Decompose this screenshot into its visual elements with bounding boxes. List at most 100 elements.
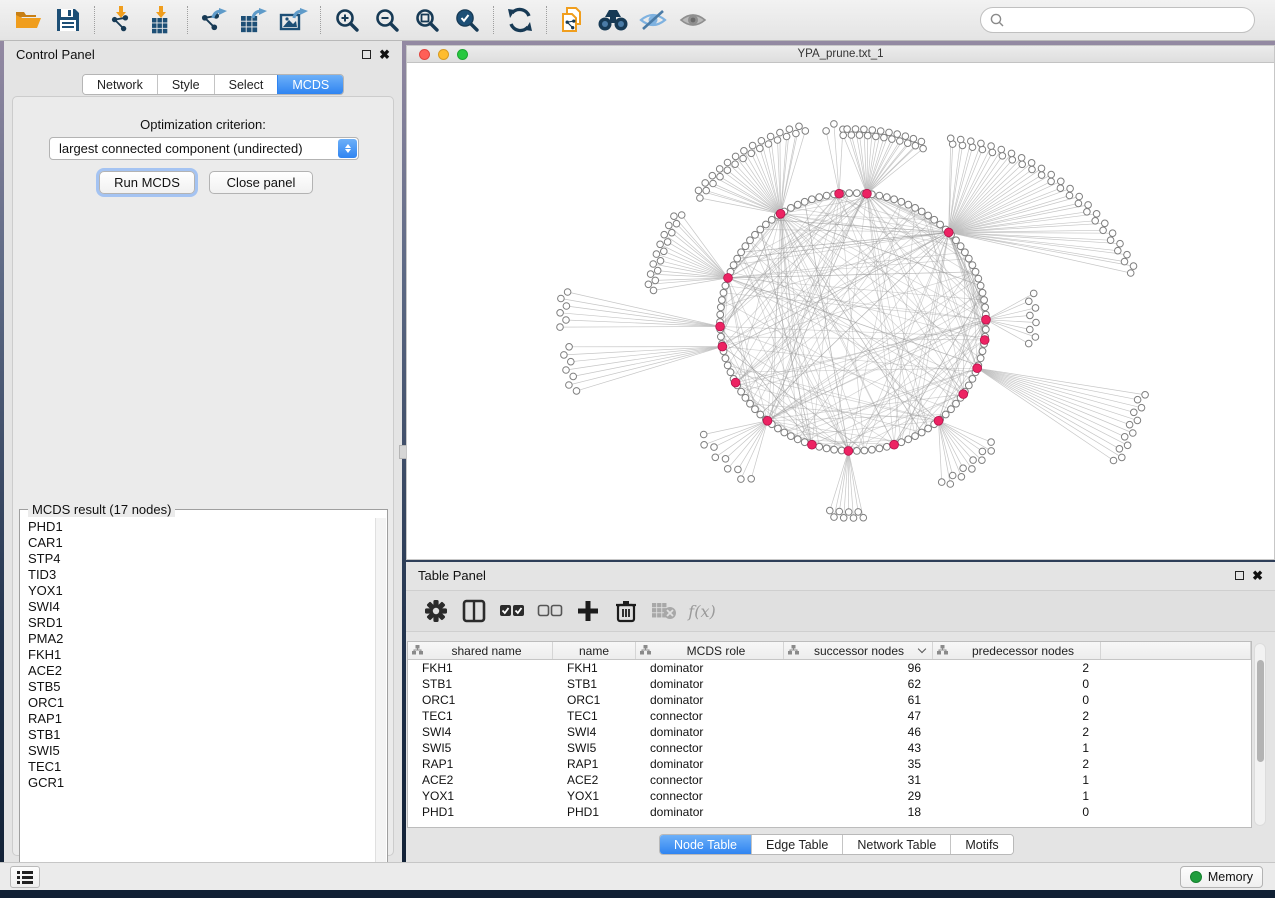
mcds-result-item[interactable]: PMA2 bbox=[21, 630, 376, 646]
export-network-icon[interactable] bbox=[194, 3, 234, 37]
table-row[interactable]: PHD1PHD1dominator180 bbox=[408, 804, 1251, 820]
mcds-result-item[interactable]: SRD1 bbox=[21, 614, 376, 630]
mcds-result-item[interactable]: ACE2 bbox=[21, 662, 376, 678]
mcds-result-item[interactable]: SWI4 bbox=[21, 598, 376, 614]
save-session-icon[interactable] bbox=[48, 3, 88, 37]
control-panel-close-icon[interactable]: ✖ bbox=[379, 50, 390, 59]
table-scrollbar[interactable] bbox=[1254, 643, 1266, 826]
hide-selected-icon[interactable] bbox=[633, 3, 673, 37]
zoom-out-icon[interactable] bbox=[367, 3, 407, 37]
mcds-result-item[interactable]: FKH1 bbox=[21, 646, 376, 662]
cell-mcds_role: connector bbox=[636, 772, 784, 788]
export-table-icon[interactable] bbox=[234, 3, 274, 37]
tab-select[interactable]: Select bbox=[214, 75, 278, 94]
run-mcds-button[interactable]: Run MCDS bbox=[99, 171, 195, 194]
tab-mcds[interactable]: MCDS bbox=[277, 75, 343, 94]
search-input[interactable] bbox=[980, 7, 1255, 33]
cell-name: YOX1 bbox=[553, 788, 636, 804]
close-panel-button[interactable]: Close panel bbox=[209, 171, 313, 194]
cell-name: RAP1 bbox=[553, 756, 636, 772]
table-row[interactable]: RAP1RAP1dominator352 bbox=[408, 756, 1251, 772]
mcds-result-list[interactable]: PHD1CAR1STP4TID3YOX1SWI4SRD1PMA2FKH1ACE2… bbox=[21, 518, 376, 878]
cell-predecessor_nodes: 0 bbox=[933, 692, 1101, 708]
tab-network-table[interactable]: Network Table bbox=[842, 835, 950, 854]
control-panel-float-icon[interactable] bbox=[362, 50, 371, 59]
column-header-predecessor-nodes[interactable]: predecessor nodes bbox=[933, 642, 1101, 659]
mcds-result-item[interactable]: STB5 bbox=[21, 678, 376, 694]
network-graph bbox=[407, 63, 1274, 559]
show-all-icon[interactable] bbox=[673, 3, 713, 37]
columns-icon[interactable] bbox=[460, 597, 488, 625]
table-row[interactable]: SWI4SWI4dominator462 bbox=[408, 724, 1251, 740]
table-row[interactable]: ORC1ORC1dominator610 bbox=[408, 692, 1251, 708]
column-header-MCDS-role[interactable]: MCDS role bbox=[636, 642, 784, 659]
zoom-in-icon[interactable] bbox=[327, 3, 367, 37]
memory-button[interactable]: Memory bbox=[1180, 866, 1263, 888]
cell-mcds_role: dominator bbox=[636, 660, 784, 676]
mcds-result-item[interactable]: PHD1 bbox=[21, 518, 376, 534]
cell-predecessor_nodes: 2 bbox=[933, 708, 1101, 724]
tab-edge-table[interactable]: Edge Table bbox=[751, 835, 842, 854]
tab-style[interactable]: Style bbox=[157, 75, 214, 94]
refresh-layout-icon[interactable] bbox=[500, 3, 540, 37]
tab-node-table[interactable]: Node Table bbox=[660, 835, 751, 854]
mcds-result-item[interactable]: CAR1 bbox=[21, 534, 376, 550]
cell-successor_nodes: 35 bbox=[784, 756, 933, 772]
duplicate-network-icon[interactable] bbox=[553, 3, 593, 37]
import-network-icon[interactable] bbox=[101, 3, 141, 37]
mcds-tab-panel: Optimization criterion: largest connecte… bbox=[12, 96, 394, 856]
mcds-result-item[interactable]: SWI5 bbox=[21, 742, 376, 758]
mcds-result-item[interactable]: YOX1 bbox=[21, 582, 376, 598]
toolbar-separator bbox=[320, 6, 321, 34]
application-window: Control Panel ✖ NetworkStyleSelectMCDS O… bbox=[0, 0, 1275, 898]
export-image-icon[interactable] bbox=[274, 3, 314, 37]
criterion-dropdown[interactable]: largest connected component (undirected) bbox=[49, 137, 359, 160]
node-table-body: FKH1FKH1dominator962STB1STB1dominator620… bbox=[408, 660, 1251, 820]
deselect-all-icon[interactable] bbox=[536, 597, 564, 625]
network-window-titlebar[interactable]: YPA_prune.txt_1 bbox=[407, 46, 1274, 63]
cell-mcds_role: connector bbox=[636, 708, 784, 724]
select-all-icon[interactable] bbox=[498, 597, 526, 625]
table-scrollbar-thumb[interactable] bbox=[1257, 660, 1264, 762]
mcds-result-item[interactable]: TEC1 bbox=[21, 758, 376, 774]
mcds-result-item[interactable]: STB1 bbox=[21, 726, 376, 742]
zoom-selected-icon[interactable] bbox=[447, 3, 487, 37]
panel-menu-button[interactable] bbox=[10, 866, 40, 888]
window-minimize-icon[interactable] bbox=[438, 49, 449, 60]
gear-icon[interactable] bbox=[422, 597, 450, 625]
import-table-icon[interactable] bbox=[141, 3, 181, 37]
column-header-name[interactable]: name bbox=[553, 642, 636, 659]
mcds-result-item[interactable]: RAP1 bbox=[21, 710, 376, 726]
add-column-icon[interactable] bbox=[574, 597, 602, 625]
mcds-result-item[interactable]: TID3 bbox=[21, 566, 376, 582]
network-canvas[interactable] bbox=[407, 63, 1274, 559]
table-row[interactable]: FKH1FKH1dominator962 bbox=[408, 660, 1251, 676]
table-panel-close-icon[interactable]: ✖ bbox=[1252, 571, 1263, 580]
mcds-result-item[interactable]: GCR1 bbox=[21, 774, 376, 790]
cell-shared_name: FKH1 bbox=[408, 660, 553, 676]
mcds-list-scrollbar[interactable] bbox=[375, 518, 386, 878]
search-network-icon[interactable] bbox=[593, 3, 633, 37]
optimization-criterion-label: Optimization criterion: bbox=[13, 117, 393, 132]
table-row[interactable]: STB1STB1dominator620 bbox=[408, 676, 1251, 692]
window-zoom-icon[interactable] bbox=[457, 49, 468, 60]
delete-icon[interactable] bbox=[612, 597, 640, 625]
column-header-shared-name[interactable]: shared name bbox=[408, 642, 553, 659]
tab-motifs[interactable]: Motifs bbox=[950, 835, 1012, 854]
hierarchy-icon bbox=[412, 644, 423, 658]
open-file-icon[interactable] bbox=[8, 3, 48, 37]
cell-successor_nodes: 47 bbox=[784, 708, 933, 724]
mcds-result-item[interactable]: ORC1 bbox=[21, 694, 376, 710]
column-header-successor-nodes[interactable]: successor nodes bbox=[784, 642, 933, 659]
mcds-result-item[interactable]: STP4 bbox=[21, 550, 376, 566]
control-panel-title: Control Panel bbox=[16, 47, 362, 62]
window-close-icon[interactable] bbox=[419, 49, 430, 60]
table-panel-float-icon[interactable] bbox=[1235, 571, 1244, 580]
mcds-result-group: MCDS result (17 nodes) PHD1CAR1STP4TID3Y… bbox=[19, 509, 388, 881]
zoom-fit-icon[interactable] bbox=[407, 3, 447, 37]
table-row[interactable]: YOX1YOX1connector291 bbox=[408, 788, 1251, 804]
tab-network[interactable]: Network bbox=[83, 75, 157, 94]
table-row[interactable]: ACE2ACE2connector311 bbox=[408, 772, 1251, 788]
table-row[interactable]: SWI5SWI5connector431 bbox=[408, 740, 1251, 756]
table-row[interactable]: TEC1TEC1connector472 bbox=[408, 708, 1251, 724]
